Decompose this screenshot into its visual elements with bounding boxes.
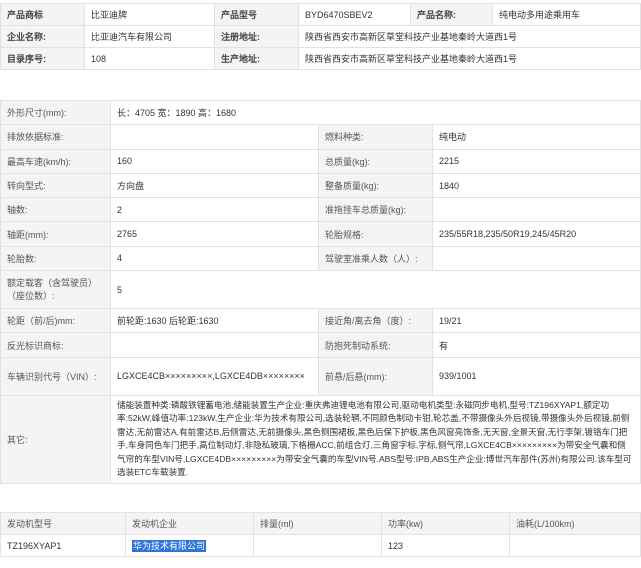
- emission-standard-label: 排放依据标准:: [0, 124, 111, 150]
- product-name-label: 产品名称:: [410, 3, 493, 26]
- engine-model-value: TZ196XYAP1: [0, 534, 126, 557]
- abs-value: 有: [431, 332, 641, 358]
- displacement-header: 排量(ml): [253, 512, 382, 535]
- spec-row: 轮胎数: 4 驾驶室准乘人数（人）:: [0, 245, 641, 272]
- overhang-label: 前悬/后悬(mm):: [318, 356, 433, 396]
- engine-maker-cell: 华为技术有限公司: [125, 534, 254, 557]
- cab-seats-label: 驾驶室准乘人数（人）:: [318, 245, 433, 272]
- brand-value: 比亚迪牌: [84, 3, 215, 26]
- catalog-no-label: 目录序号:: [0, 47, 85, 70]
- wheelbase-label: 轴距(mm):: [0, 221, 111, 247]
- curb-mass-value: 1840: [431, 172, 641, 199]
- spec-row: 最高车速(km/h): 160 总质量(kg): 2215: [0, 148, 641, 174]
- engine-maker-header: 发动机企业: [125, 512, 254, 535]
- curb-mass-label: 整备质量(kg):: [318, 172, 433, 199]
- spec-row-dimensions: 外形尺寸(mm): 长：4705 宽：1890 高：1680: [0, 99, 641, 126]
- model-label: 产品型号: [214, 3, 299, 26]
- fuel-type-value: 纯电动: [431, 124, 641, 150]
- total-mass-value: 2215: [431, 148, 641, 174]
- abs-label: 防抱死制动系统:: [318, 332, 433, 358]
- trailer-mass-value: [431, 197, 641, 223]
- rated-seats-label: 额定载客（含驾驶员）（座位数）:: [0, 270, 111, 310]
- engine-model-header: 发动机型号: [0, 512, 126, 535]
- vin-label: 车辆识别代号（VIN）:: [0, 356, 111, 396]
- spec-row: 反光标识商标: 防抱死制动系统: 有: [0, 332, 641, 358]
- other-label: 其它:: [0, 394, 111, 484]
- spec-table: 外形尺寸(mm): 长：4705 宽：1890 高：1680 排放依据标准: 燃…: [0, 99, 641, 484]
- track-width-label: 轮距（前/后)mm:: [0, 308, 111, 334]
- reg-address-value: 陕西省西安市高新区草堂科技产业基地秦岭大道西1号: [298, 25, 641, 48]
- tire-spec-label: 轮胎规格:: [318, 221, 433, 247]
- cab-seats-value: [431, 245, 641, 272]
- approach-angle-label: 接近角/离去角（度）:: [318, 308, 433, 334]
- model-value: BYD6470SBEV2: [298, 3, 411, 26]
- fuel-consumption-value: [509, 534, 641, 557]
- reflective-mark-label: 反光标识商标:: [0, 332, 111, 358]
- engine-table: 发动机型号 发动机企业 排量(ml) 功率(kw) 油耗(L/100km) TZ…: [0, 512, 641, 557]
- fuel-consumption-header: 油耗(L/100km): [509, 512, 641, 535]
- catalog-no-value: 108: [84, 47, 215, 70]
- max-speed-label: 最高车速(km/h):: [0, 148, 111, 174]
- displacement-value: [253, 534, 382, 557]
- spec-row: 轴数: 2 准拖挂车总质量(kg):: [0, 197, 641, 223]
- power-header: 功率(kw): [381, 512, 510, 535]
- spec-row-seats: 额定载客（含驾驶员）（座位数）: 5: [0, 270, 641, 310]
- dimensions-label: 外形尺寸(mm):: [0, 99, 111, 126]
- axles-value: 2: [110, 197, 319, 223]
- total-mass-label: 总质量(kg):: [318, 148, 433, 174]
- basic-info-table: 产品商标 比亚迪牌 产品型号 BYD6470SBEV2 产品名称: 纯电动多用途…: [0, 3, 641, 70]
- axles-label: 轴数:: [0, 197, 111, 223]
- prod-address-label: 生产地址:: [214, 47, 299, 70]
- wheelbase-value: 2765: [110, 221, 319, 247]
- engine-header-row: 发动机型号 发动机企业 排量(ml) 功率(kw) 油耗(L/100km): [0, 512, 641, 535]
- max-speed-value: 160: [110, 148, 319, 174]
- fuel-type-label: 燃料种类:: [318, 124, 433, 150]
- power-value: 123: [381, 534, 510, 557]
- steering-label: 转向型式:: [0, 172, 111, 199]
- trailer-mass-label: 准拖挂车总质量(kg):: [318, 197, 433, 223]
- spec-row: 转向型式: 方向盘 整备质量(kg): 1840: [0, 172, 641, 199]
- company-value: 比亚迪汽车有限公司: [84, 25, 215, 48]
- engine-maker-value[interactable]: 华为技术有限公司: [132, 540, 207, 552]
- spec-row: 排放依据标准: 燃料种类: 纯电动: [0, 124, 641, 150]
- rated-seats-value: 5: [109, 270, 641, 310]
- basic-row-company: 企业名称: 比亚迪汽车有限公司 注册地址: 陕西省西安市高新区草堂科技产业基地秦…: [0, 25, 641, 48]
- spec-row-vin: 车辆识别代号（VIN）: LGXCE4CB×××××××××,LGXCE4DB×…: [0, 356, 641, 396]
- track-width-value: 前轮距:1630 后轮距:1630: [110, 308, 319, 334]
- steering-value: 方向盘: [110, 172, 319, 199]
- overhang-value: 939/1001: [431, 356, 641, 396]
- basic-row-brand: 产品商标 比亚迪牌 产品型号 BYD6470SBEV2 产品名称: 纯电动多用途…: [0, 3, 641, 26]
- product-name-value: 纯电动多用途乘用车: [492, 3, 641, 26]
- reg-address-label: 注册地址:: [214, 25, 299, 48]
- spec-row-other: 其它: 储能装置种类:磷酸铁锂蓄电池,储能装置生产企业:重庆弗迪锂电池有限公司,…: [0, 394, 641, 484]
- prod-address-value: 陕西省西安市高新区草堂科技产业基地秦岭大道西1号: [298, 47, 641, 70]
- engine-row: TZ196XYAP1 华为技术有限公司 123: [0, 534, 641, 557]
- spec-row: 轮距（前/后)mm: 前轮距:1630 后轮距:1630 接近角/离去角（度）:…: [0, 308, 641, 334]
- dimensions-value: 长：4705 宽：1890 高：1680: [109, 99, 641, 126]
- vin-value: LGXCE4CB×××××××××,LGXCE4DB××××××××: [110, 356, 319, 396]
- tire-spec-value: 235/55R18,235/50R19,245/45R20: [431, 221, 641, 247]
- company-label: 企业名称:: [0, 25, 85, 48]
- basic-row-catalog: 目录序号: 108 生产地址: 陕西省西安市高新区草堂科技产业基地秦岭大道西1号: [0, 47, 641, 70]
- emission-standard-value: [110, 124, 319, 150]
- spec-row: 轴距(mm): 2765 轮胎规格: 235/55R18,235/50R19,2…: [0, 221, 641, 247]
- reflective-mark-value: [110, 332, 319, 358]
- other-value: 储能装置种类:磷酸铁锂蓄电池,储能装置生产企业:重庆弗迪锂电池有限公司,驱动电机…: [109, 394, 641, 484]
- brand-label: 产品商标: [0, 3, 85, 26]
- tire-count-label: 轮胎数:: [0, 245, 111, 272]
- approach-angle-value: 19/21: [431, 308, 641, 334]
- tire-count-value: 4: [110, 245, 319, 272]
